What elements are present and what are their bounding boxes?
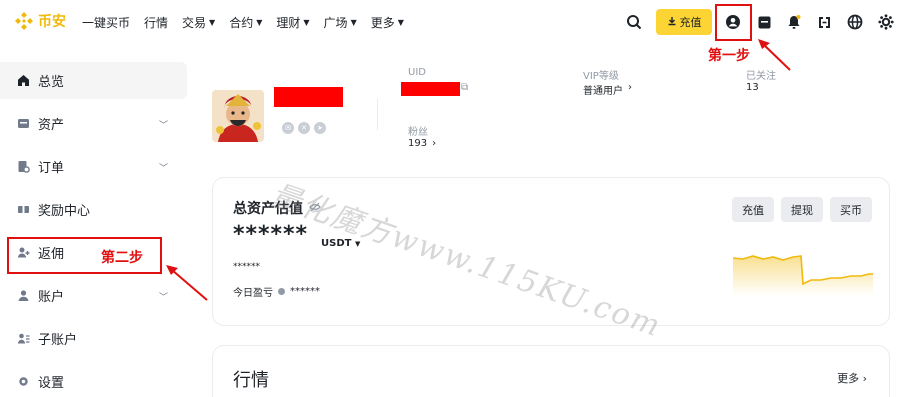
sidebar-item-overview[interactable]: 总览 xyxy=(0,62,187,99)
vip-label: VIP等级 xyxy=(583,71,619,82)
market-more-link[interactable]: 更多 › xyxy=(837,370,867,386)
button-label: 买币 xyxy=(840,203,862,217)
sidebar-item-label: 账户 xyxy=(38,290,65,305)
search-icon[interactable] xyxy=(622,9,646,35)
settings-icon[interactable] xyxy=(874,9,898,35)
orders-icon[interactable] xyxy=(752,9,776,35)
followers-label: 粉丝 xyxy=(408,127,428,138)
vip-level-link[interactable]: 普通用户 › xyxy=(583,82,632,97)
button-label: 提现 xyxy=(791,203,813,217)
sidebar-item-assets[interactable]: 资产 ﹀ xyxy=(0,105,190,142)
download-icon xyxy=(667,16,677,29)
sidebar-item-label: 设置 xyxy=(38,376,65,391)
copy-icon[interactable]: ⧉ xyxy=(461,82,468,93)
sidebar-item-rewards[interactable]: 奖励中心 xyxy=(0,191,190,228)
chevron-right-icon: › xyxy=(628,82,632,93)
email-icon[interactable]: ✉ xyxy=(282,122,294,134)
avatar[interactable] xyxy=(212,90,264,142)
chevron-right-icon: › xyxy=(862,372,867,385)
sidebar-item-label: 订单 xyxy=(38,161,65,176)
button-label: 充值 xyxy=(742,203,764,217)
chevron-down-icon: ﹀ xyxy=(158,293,168,303)
sidebar-item-orders[interactable]: 订单 ﹀ xyxy=(0,148,190,185)
today-pnl: 今日盈亏 ****** xyxy=(233,284,320,299)
balance-sparkline xyxy=(733,255,873,296)
asset-estimate-card: 总资产估值 ****** USDT ▼ ****** 今日盈亏 ****** 充… xyxy=(212,177,890,326)
pnl-label: 今日盈亏 xyxy=(233,288,273,299)
telegram-icon[interactable]: ➤ xyxy=(314,122,326,134)
converted-balance-masked: ****** xyxy=(233,262,260,272)
annotation-step1: 第一步 xyxy=(708,48,750,64)
sidebar-item-settings[interactable]: 设置 xyxy=(0,363,190,397)
sidebar-item-label: 子账户 xyxy=(38,333,78,348)
rewards-icon xyxy=(16,203,30,217)
sidebar-item-label: 资产 xyxy=(38,118,65,133)
sidebar-item-account[interactable]: 账户 ﹀ xyxy=(0,277,190,314)
followers-value: 193 xyxy=(408,138,428,149)
download-app-icon[interactable] xyxy=(812,9,836,35)
sidebar-item-sub-account[interactable]: 子账户 xyxy=(0,320,190,357)
profile-divider xyxy=(377,98,378,130)
withdraw-button[interactable]: 提现 xyxy=(781,197,823,222)
chevron-right-icon: › xyxy=(432,138,437,149)
followers-link[interactable]: 193 › xyxy=(408,138,436,149)
sidebar: 总览 资产 ﹀ 订单 ﹀ 奖励中心 返佣 账户 ﹀ 子账户 设置 xyxy=(0,62,190,397)
more-label: 更多 xyxy=(837,372,860,385)
settings-icon xyxy=(16,375,30,389)
following-label: 已关注 xyxy=(746,71,776,82)
notification-icon[interactable] xyxy=(782,9,806,35)
chevron-down-icon: ﹀ xyxy=(158,164,168,174)
sub-account-icon xyxy=(16,332,30,346)
social-links: ✉ ✕ ➤ xyxy=(282,122,326,134)
redacted-username xyxy=(274,87,343,107)
total-balance-masked: ****** xyxy=(233,222,309,247)
market-title: 行情 xyxy=(233,370,269,391)
currency-select[interactable]: USDT ▼ xyxy=(321,238,360,249)
globe-icon[interactable] xyxy=(843,9,867,35)
deposit-button[interactable]: 充值 xyxy=(732,197,774,222)
currency-label: USDT xyxy=(321,238,352,249)
market-card: 行情 更多 › xyxy=(212,345,890,397)
chevron-down-icon: ﹀ xyxy=(158,121,168,131)
redacted-uid xyxy=(401,82,460,96)
pnl-value: ****** xyxy=(290,286,320,297)
vip-value: 普通用户 xyxy=(583,86,623,97)
x-icon[interactable]: ✕ xyxy=(298,122,310,134)
info-icon[interactable] xyxy=(278,288,285,295)
asset-title: 总资产估值 xyxy=(233,198,321,218)
asset-title-text: 总资产估值 xyxy=(233,201,303,217)
orders-icon xyxy=(16,160,30,174)
home-icon xyxy=(16,74,30,88)
sidebar-item-label: 奖励中心 xyxy=(38,204,91,219)
uid-label: UID xyxy=(408,67,426,78)
user-icon xyxy=(16,289,30,303)
sidebar-item-label: 总览 xyxy=(38,75,65,90)
wallet-icon xyxy=(16,117,30,131)
annotation-step2: 第二步 xyxy=(101,250,143,266)
annotation-box-step1 xyxy=(715,4,752,41)
following-value[interactable]: 13 xyxy=(746,82,759,93)
top-navigation-bar: 币安 一键买币 行情 交易 ▼ 合约 ▼ 理财 ▼ 广场 ▼ 更多 ▼ 充值 xyxy=(0,0,900,44)
deposit-label: 充值 xyxy=(679,16,702,29)
chevron-down-icon: ▼ xyxy=(354,240,361,248)
buy-crypto-button[interactable]: 买币 xyxy=(830,197,872,222)
deposit-button[interactable]: 充值 xyxy=(656,9,712,35)
eye-hidden-icon[interactable] xyxy=(309,200,321,216)
